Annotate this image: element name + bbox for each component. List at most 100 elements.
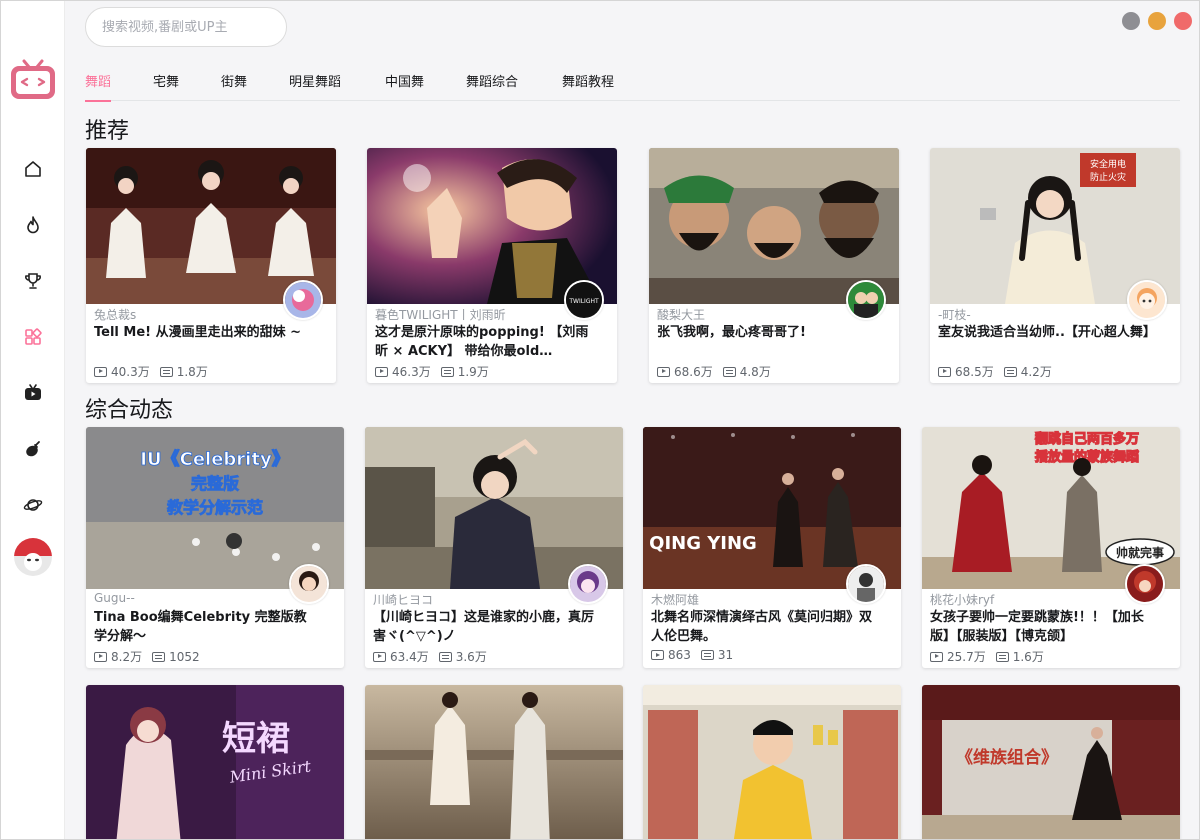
- flame-icon[interactable]: [21, 213, 45, 237]
- thumb-title-line2: 完整版: [191, 474, 239, 493]
- danmaku-count: 1.6万: [1012, 650, 1044, 664]
- uploader-avatar[interactable]: [846, 564, 886, 604]
- eggplant-icon[interactable]: [21, 437, 45, 461]
- grid-icon[interactable]: [21, 325, 45, 349]
- thumb-title-line3: 教学分解示范: [167, 498, 263, 517]
- video-card[interactable]: 《维族组合》: [922, 685, 1180, 839]
- danmaku-count-icon: [700, 650, 714, 660]
- uploader-avatar[interactable]: [1125, 564, 1165, 604]
- video-card[interactable]: [643, 685, 901, 839]
- video-title[interactable]: 张飞我啊，最心疼哥哥了!: [657, 323, 871, 342]
- thumb-title-line1: 短裙: [222, 719, 290, 759]
- close-button[interactable]: [1174, 12, 1192, 30]
- category-tabs: 舞蹈 宅舞 街舞 明星舞蹈 中国舞 舞蹈综合 舞蹈教程: [85, 65, 1180, 102]
- video-title[interactable]: 室友说我适合当幼师..【开心超人舞】: [938, 323, 1152, 342]
- video-card[interactable]: TWILIGHT 暮色TWILIGHT丨刘雨昕 这才是原汁原味的popping!…: [367, 148, 617, 383]
- video-stats: 40.3万 1.8万: [94, 363, 208, 380]
- video-thumbnail: [643, 685, 901, 839]
- video-thumbnail: 《维族组合》: [922, 685, 1180, 839]
- tab-dance-general[interactable]: 舞蹈综合: [466, 71, 518, 102]
- video-stats: 8.2万 1052: [94, 648, 200, 665]
- danmaku-count: 1.9万: [457, 365, 489, 379]
- video-card[interactable]: 翻跳自己两百多万 播放量的蒙族舞蹈 帅就完事 桃花小妹ryf 女孩子要帅一定要跳…: [922, 427, 1180, 668]
- play-count-icon: [657, 366, 670, 377]
- play-count-icon: [94, 651, 107, 662]
- video-card[interactable]: 兔总裁s Tell Me! 从漫画里走出来的甜妹 ~ 40.3万 1.8万: [86, 148, 336, 383]
- uploader-avatar[interactable]: [1127, 280, 1167, 320]
- video-title[interactable]: 北舞名师深情演绎古风《莫问归期》双人伦巴舞。: [651, 608, 873, 646]
- play-count: 40.3万: [111, 365, 150, 379]
- video-card[interactable]: [365, 685, 623, 839]
- tab-dance[interactable]: 舞蹈: [85, 71, 112, 102]
- danmaku-count: 4.8万: [739, 365, 771, 379]
- search-input[interactable]: [85, 7, 287, 47]
- uploader-avatar[interactable]: TWILIGHT: [564, 280, 604, 320]
- danmaku-count: 1052: [169, 649, 200, 664]
- tv-icon[interactable]: [21, 381, 45, 405]
- video-title[interactable]: 女孩子要帅一定要跳蒙族!！！【加长版】【服装版】【博克颌】: [930, 608, 1152, 646]
- uploader-name[interactable]: 川崎ヒヨコ: [373, 591, 563, 608]
- uploader-avatar[interactable]: [846, 280, 886, 320]
- video-stats: 46.3万 1.9万: [375, 363, 489, 380]
- danmaku-count-icon: [995, 651, 1009, 662]
- tab-chinese-dance[interactable]: 中国舞: [385, 71, 424, 102]
- thumb-studio-text: QING YING: [649, 533, 757, 554]
- video-stats: 68.6万 4.8万: [657, 363, 771, 380]
- video-card[interactable]: 川崎ヒヨコ 【川崎ヒヨコ】这是谁家的小鹿，真厉害ヾ(^▽^)ノ 63.4万 3.…: [365, 427, 623, 668]
- home-icon[interactable]: [21, 157, 45, 181]
- uploader-name[interactable]: -町枝-: [938, 306, 1128, 323]
- danmaku-count-icon: [722, 366, 736, 377]
- maximize-button[interactable]: [1148, 12, 1166, 30]
- tab-dance-tutorial[interactable]: 舞蹈教程: [562, 71, 614, 102]
- video-title[interactable]: Tina Boo编舞Celebrity 完整版教学分解～: [94, 608, 316, 646]
- video-card[interactable]: IU《Celebrity》 完整版 教学分解示范 Gugu-- Tina Boo…: [86, 427, 344, 668]
- tab-otaku-dance[interactable]: 宅舞: [153, 71, 179, 102]
- thumb-title-line1: IU《Celebrity》: [140, 449, 289, 470]
- section-title-dynamic: 综合动态: [85, 398, 174, 423]
- uploader-name[interactable]: Gugu--: [94, 591, 284, 605]
- uploader-avatar[interactable]: [289, 564, 329, 604]
- uploader-name[interactable]: 酸梨大王: [657, 306, 847, 323]
- tab-street-dance[interactable]: 街舞: [221, 71, 247, 102]
- thumb-sticker-text: 帅就完事: [1116, 545, 1164, 560]
- danmaku-count: 1.8万: [176, 365, 208, 379]
- danmaku-count-icon: [440, 366, 454, 377]
- sidebar: [1, 1, 65, 839]
- video-card[interactable]: QING YING 木燃阿雄 北舞名师深情演绎古风《莫问归期》双人伦巴舞。 86…: [643, 427, 901, 668]
- danmaku-count: 4.2万: [1020, 365, 1052, 379]
- video-title[interactable]: Tell Me! 从漫画里走出来的甜妹 ~: [94, 323, 308, 342]
- danmaku-count-icon: [159, 366, 173, 377]
- play-count: 863: [668, 648, 691, 662]
- play-count-icon: [938, 366, 951, 377]
- play-count: 46.3万: [392, 365, 431, 379]
- sign-text-line1: 安全用电: [1090, 158, 1126, 170]
- video-title[interactable]: 这才是原汁原味的popping! 【刘雨昕 × ACKY】 带给你最old sc…: [375, 323, 589, 361]
- play-count-icon: [375, 366, 388, 377]
- bilibili-logo[interactable]: [10, 59, 56, 101]
- play-count: 68.5万: [955, 365, 994, 379]
- uploader-name[interactable]: 兔总裁s: [94, 306, 284, 323]
- uploader-name[interactable]: 木燃阿雄: [651, 591, 841, 608]
- sign-text-line2: 防止火灾: [1090, 171, 1126, 183]
- play-count: 8.2万: [111, 650, 143, 664]
- video-stats: 863 31: [651, 648, 733, 662]
- video-card[interactable]: 安全用电 防止火灾 -町枝- 室友说我适合当幼师..【开心超人舞】 68.5万 …: [930, 148, 1180, 383]
- video-card[interactable]: 酸梨大王 张飞我啊，最心疼哥哥了! 68.6万 4.8万: [649, 148, 899, 383]
- video-card[interactable]: 短裙 Mini Skirt: [86, 685, 344, 839]
- play-count-icon: [373, 651, 386, 662]
- video-title[interactable]: 【川崎ヒヨコ】这是谁家的小鹿，真厉害ヾ(^▽^)ノ: [373, 608, 595, 646]
- video-thumbnail: 短裙 Mini Skirt: [86, 685, 344, 839]
- uploader-avatar[interactable]: [283, 280, 323, 320]
- planet-icon[interactable]: [21, 493, 45, 517]
- uploader-avatar[interactable]: [568, 564, 608, 604]
- tab-star-dance[interactable]: 明星舞蹈: [289, 71, 341, 102]
- video-thumbnail: [365, 685, 623, 839]
- minimize-button[interactable]: [1122, 12, 1140, 30]
- play-count: 63.4万: [390, 650, 429, 664]
- main-content: 舞蹈 宅舞 街舞 明星舞蹈 中国舞 舞蹈综合 舞蹈教程 推荐 兔: [65, 1, 1199, 839]
- uploader-name[interactable]: 暮色TWILIGHT丨刘雨昕: [375, 306, 565, 323]
- user-avatar[interactable]: [14, 538, 52, 576]
- uploader-name[interactable]: 桃花小妹ryf: [930, 591, 1120, 608]
- trophy-icon[interactable]: [21, 269, 45, 293]
- video-stats: 63.4万 3.6万: [373, 648, 487, 665]
